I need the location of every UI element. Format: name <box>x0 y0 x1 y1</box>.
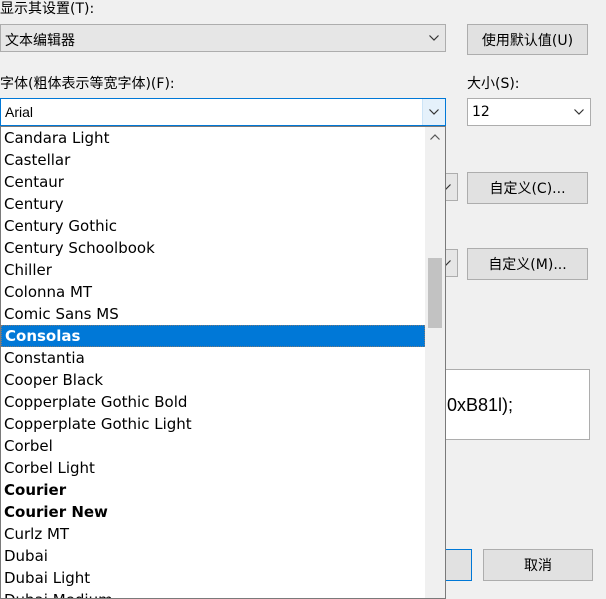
font-list-item[interactable]: Curlz MT <box>1 523 425 545</box>
font-list-item[interactable]: Corbel <box>1 435 425 457</box>
font-list-item[interactable]: Centaur <box>1 171 425 193</box>
custom-background-button[interactable]: 自定义(M)... <box>467 248 588 280</box>
font-list-item[interactable]: Dubai <box>1 545 425 567</box>
font-list-item[interactable]: Constantia <box>1 347 425 369</box>
font-list-item[interactable]: Copperplate Gothic Light <box>1 413 425 435</box>
font-list-item[interactable]: Chiller <box>1 259 425 281</box>
font-list-item[interactable]: Century Schoolbook <box>1 237 425 259</box>
font-list-item[interactable]: Colonna MT <box>1 281 425 303</box>
font-list-item[interactable]: Comic Sans MS <box>1 303 425 325</box>
font-list-item[interactable]: Copperplate Gothic Bold <box>1 391 425 413</box>
display-settings-label: 显示其设置(T): <box>0 1 95 17</box>
font-list-item[interactable]: Castellar <box>1 149 425 171</box>
chevron-up-icon[interactable] <box>425 127 445 147</box>
use-defaults-button[interactable]: 使用默认值(U) <box>467 24 588 55</box>
scrollbar[interactable] <box>425 127 445 598</box>
chevron-down-icon[interactable] <box>422 99 445 125</box>
chevron-down-icon <box>423 25 445 51</box>
font-list-item[interactable]: Dubai Medium <box>1 589 425 598</box>
scrollbar-thumb[interactable] <box>428 258 442 328</box>
font-list-item[interactable]: Corbel Light <box>1 457 425 479</box>
font-select[interactable]: Arial <box>0 98 446 126</box>
font-dropdown-list[interactable]: Candara Light Castellar Centaur Century Cent… <box>0 126 446 599</box>
font-list-item-selected[interactable]: Consolas <box>1 325 425 347</box>
display-settings-select[interactable]: 文本编辑器 <box>0 24 446 52</box>
display-settings-value: 文本编辑器 <box>5 33 75 49</box>
size-value: 12 <box>472 104 490 120</box>
font-list-item[interactable]: Courier New <box>1 501 425 523</box>
chevron-down-icon <box>568 99 590 125</box>
font-list-item[interactable]: Courier <box>1 479 425 501</box>
cancel-button[interactable]: 取消 <box>483 549 593 581</box>
font-list-item[interactable]: Dubai Light <box>1 567 425 589</box>
size-select[interactable]: 12 <box>467 98 591 126</box>
size-label: 大小(S): <box>467 76 520 92</box>
font-list: Candara Light Castellar Centaur Century Cent… <box>1 127 425 598</box>
preview-text: 0xB81l); <box>447 395 514 415</box>
font-list-item[interactable]: Cooper Black <box>1 369 425 391</box>
font-value: Arial <box>5 104 34 120</box>
custom-foreground-button[interactable]: 自定义(C)... <box>467 172 588 204</box>
font-list-item[interactable]: Century <box>1 193 425 215</box>
font-label: 字体(粗体表示等宽字体)(F): <box>0 76 175 92</box>
font-list-item[interactable]: Candara Light <box>1 127 425 149</box>
font-preview: 0xB81l); <box>430 369 590 440</box>
font-list-item[interactable]: Century Gothic <box>1 215 425 237</box>
